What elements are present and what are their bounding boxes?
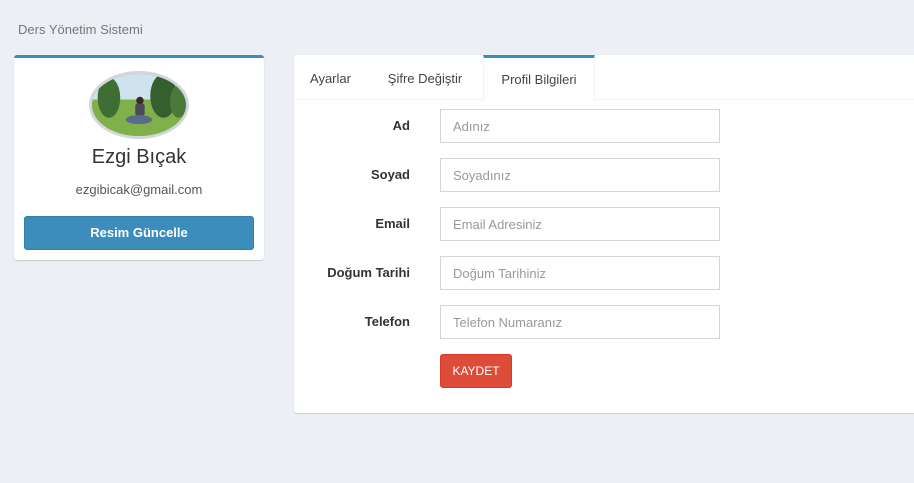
- first-name-input[interactable]: [440, 109, 720, 143]
- last-name-label: Soyad: [370, 167, 410, 182]
- birth-date-label: Doğum Tarihi: [327, 265, 410, 280]
- last-name-input[interactable]: [440, 158, 720, 192]
- profile-email: ezgibicak@gmail.com: [75, 182, 203, 197]
- email-input[interactable]: [440, 207, 720, 241]
- form-row-birth-date: Doğum Tarihi: [294, 256, 914, 290]
- phone-input[interactable]: [440, 305, 720, 339]
- tab-change-password[interactable]: Şifre Değiştir: [373, 55, 477, 99]
- first-name-label: Ad: [392, 118, 410, 133]
- profile-name: Ezgi Bıçak: [91, 146, 187, 168]
- avatar: [89, 71, 189, 139]
- tab-profile-info[interactable]: Profil Bilgileri: [483, 55, 595, 101]
- profile-card: Ezgi Bıçak ezgibicak@gmail.com Resim Gün…: [14, 55, 264, 260]
- update-photo-button[interactable]: Resim Güncelle: [24, 216, 254, 250]
- tab-bar: Ayarlar Şifre Değiştir Profil Bilgileri: [294, 55, 914, 101]
- save-button[interactable]: KAYDET: [440, 354, 512, 388]
- birth-date-input[interactable]: [440, 256, 720, 290]
- app-title: Ders Yönetim Sistemi: [18, 22, 143, 37]
- profile-tab-panel: Ayarlar Şifre Değiştir Profil Bilgileri …: [294, 55, 914, 413]
- form-row-last-name: Soyad: [294, 158, 914, 192]
- avatar-photo: [92, 74, 186, 136]
- tab-settings[interactable]: Ayarlar: [294, 55, 367, 99]
- form-row-phone: Telefon: [294, 305, 914, 339]
- form-row-first-name: Ad: [294, 109, 914, 143]
- phone-label: Telefon: [364, 314, 410, 329]
- form-row-email: Email: [294, 207, 914, 241]
- email-label: Email: [375, 216, 410, 231]
